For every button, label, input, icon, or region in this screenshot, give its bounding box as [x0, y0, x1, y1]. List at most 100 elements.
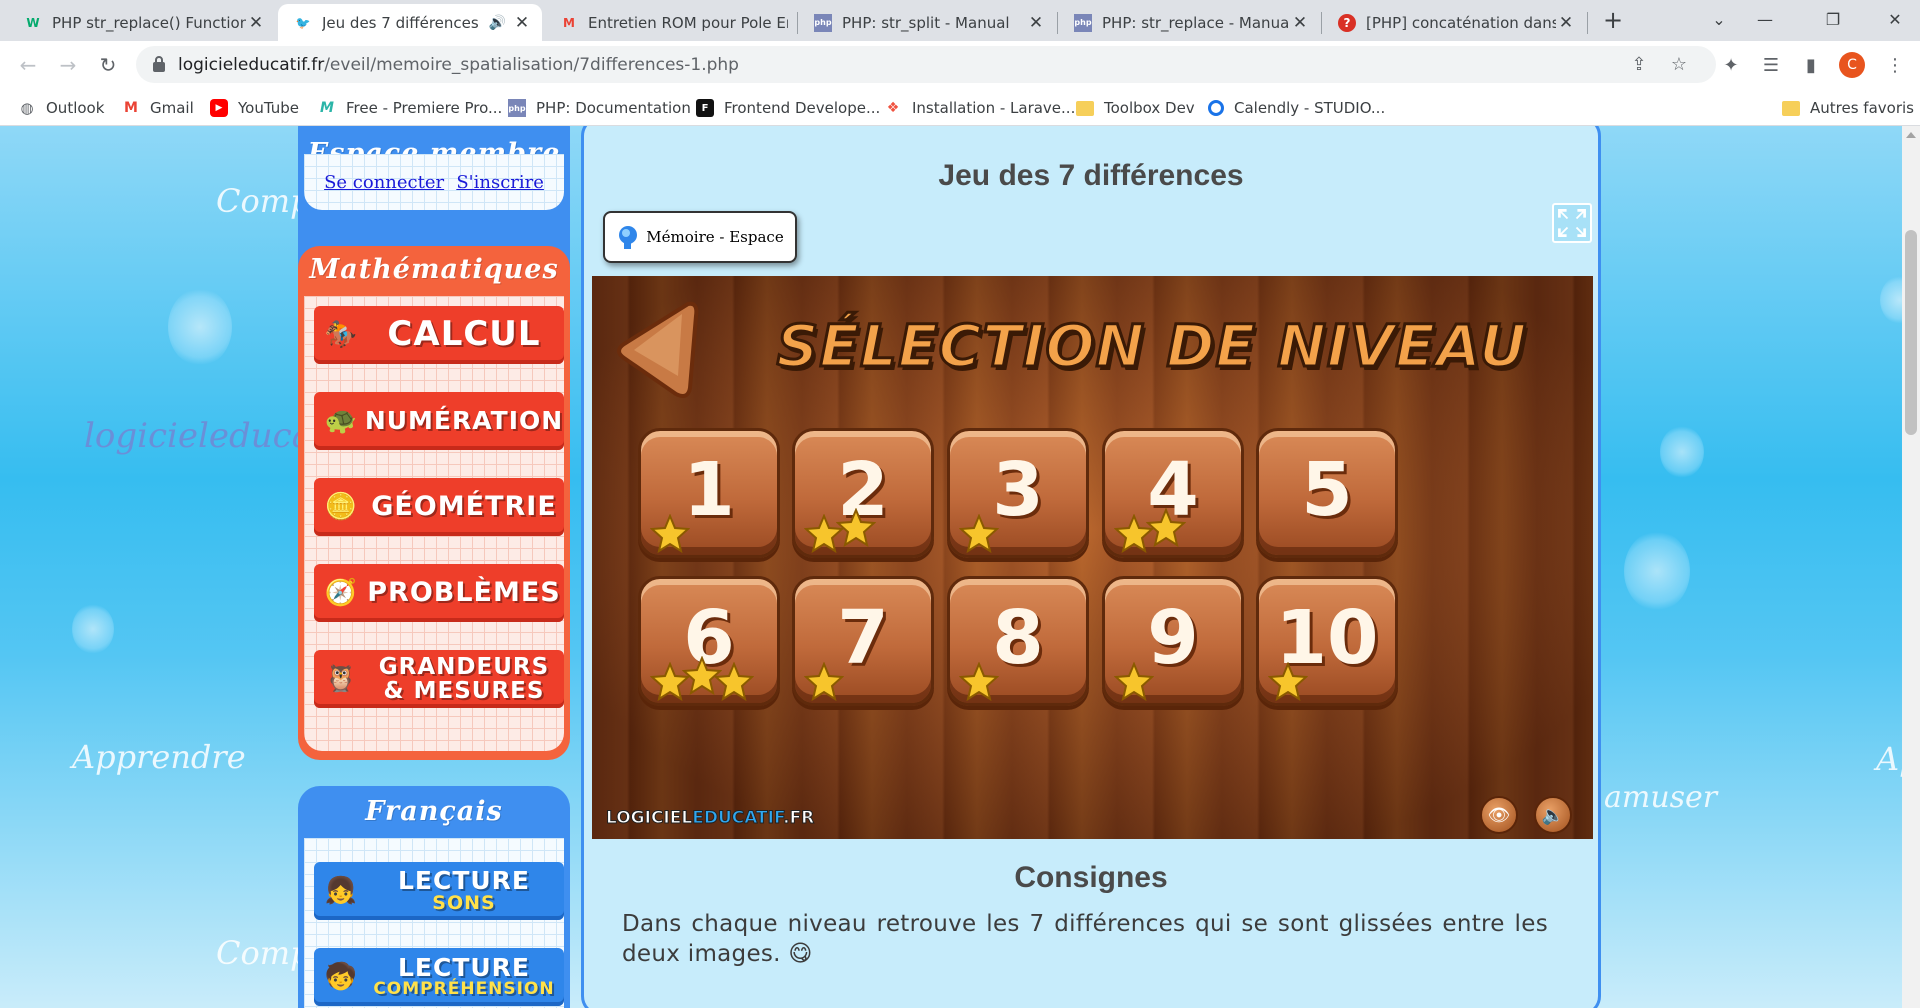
- bookmark-premiere[interactable]: M Free - Premiere Pro...: [318, 97, 502, 119]
- menu-label: CALCUL: [387, 314, 541, 355]
- close-icon[interactable]: ✕: [1026, 13, 1046, 33]
- scrollbar-thumb[interactable]: [1905, 230, 1917, 435]
- bookmarks-bar: ◍ Outlook M Gmail ▶ YouTube M Free - Premier…: [0, 89, 1920, 126]
- close-icon[interactable]: ✕: [512, 13, 532, 33]
- background-word: Apprendre: [72, 738, 246, 776]
- menu-problemes[interactable]: 🧭 PROBLÈMES: [314, 564, 564, 622]
- menu-label: LECTURE SONS: [397, 865, 531, 915]
- menu-label: GÉOMÉTRIE: [371, 490, 557, 522]
- category-button[interactable]: Mémoire - Espace: [603, 211, 797, 263]
- tab-5[interactable]: ? [PHP] concaténation dans u ✕: [1322, 4, 1586, 41]
- tab-2[interactable]: M Entretien ROM pour Pole Er: [544, 4, 798, 41]
- background-word: amuser: [1604, 780, 1718, 815]
- php-icon: php: [508, 99, 526, 117]
- star-icon: [649, 513, 691, 554]
- tab-3[interactable]: php PHP: str_split - Manual ✕: [798, 4, 1056, 41]
- bookmark-youtube[interactable]: ▶ YouTube: [210, 97, 299, 119]
- forward-icon[interactable]: →: [52, 49, 84, 81]
- level-button-5[interactable]: 5: [1256, 428, 1398, 558]
- php-icon: php: [814, 13, 832, 32]
- star-icon: [958, 661, 1000, 702]
- side-panel-icon[interactable]: ▮: [1798, 53, 1824, 79]
- star-icon: [1145, 507, 1187, 548]
- profile-avatar[interactable]: C: [1839, 52, 1865, 78]
- lock-icon[interactable]: [152, 55, 166, 73]
- folder-icon: [1076, 99, 1094, 117]
- minimize-button[interactable]: —: [1742, 0, 1788, 41]
- bookmark-outlook[interactable]: ◍ Outlook: [18, 97, 104, 119]
- background-word: Comp: [216, 182, 311, 220]
- menu-numeration[interactable]: 🐢 NUMÉRATION: [314, 392, 564, 450]
- star-icon: [1267, 661, 1309, 702]
- game-canvas[interactable]: SÉLECTION DE NIVEAU 1 2 3 4 5 6 7 8 9 10 LOGICIEL…: [592, 276, 1593, 839]
- browser-toolbar: ← → ↻ logicieleducatif.fr/eveil/memoire_…: [0, 41, 1920, 89]
- star-icon: [803, 661, 845, 702]
- tab-4[interactable]: php PHP: str_replace - Manual ✕: [1058, 4, 1320, 41]
- tab-1[interactable]: 🐦 Jeu des 7 différences 1 🔊 ✕: [278, 4, 542, 41]
- close-window-button[interactable]: ✕: [1872, 0, 1918, 41]
- explorer-icon: 🧭: [324, 578, 358, 608]
- bookmark-php-doc[interactable]: php PHP: Documentation: [508, 97, 691, 119]
- register-link[interactable]: S'inscrire: [456, 172, 544, 193]
- coin-robot-icon: 🪙: [324, 492, 358, 522]
- fullscreen-icon[interactable]: [1552, 203, 1592, 243]
- new-tab-button[interactable]: +: [1598, 6, 1628, 36]
- gmail-icon: M: [563, 15, 575, 30]
- francais-title: Français: [365, 796, 503, 827]
- close-icon[interactable]: ✕: [1556, 13, 1576, 33]
- instructions-text: Dans chaque niveau retrouve les 7 différ…: [622, 911, 1548, 967]
- media-controls-icon[interactable]: ☰: [1758, 53, 1784, 79]
- reload-icon[interactable]: ↻: [92, 49, 124, 81]
- tab-title: PHP str_replace() Function: [52, 13, 246, 32]
- globe-icon: ◍: [20, 99, 34, 117]
- php-icon: php: [1074, 13, 1092, 32]
- tab-title: [PHP] concaténation dans u: [1366, 13, 1556, 32]
- star-icon: [958, 513, 1000, 554]
- other-bookmarks[interactable]: Autres favoris: [1782, 97, 1914, 119]
- background-word: Comp: [216, 934, 311, 972]
- game-logo: LOGICIELEDUCATIF.FR: [605, 808, 815, 829]
- bird-icon: 🐦: [295, 15, 311, 30]
- menu-lecture-comprehension[interactable]: 🧒 LECTURE COMPRÉHENSION: [314, 948, 564, 1006]
- login-link[interactable]: Se connecter: [324, 172, 444, 193]
- owl-icon: 🦉: [324, 664, 358, 694]
- menu-grandeurs-mesures[interactable]: 🦉 GRANDEURS & MESURES: [314, 650, 564, 708]
- vertical-scrollbar[interactable]: [1902, 126, 1920, 1008]
- extensions-icon[interactable]: ✦: [1718, 53, 1744, 79]
- bookmark-laravel[interactable]: ❖ Installation - Larave...: [884, 97, 1076, 119]
- tab-title: Jeu des 7 différences 1: [322, 13, 483, 32]
- bookmark-star-icon[interactable]: ☆: [1666, 52, 1692, 78]
- tab-search-icon[interactable]: ⌄: [1696, 0, 1742, 41]
- menu-lecture-sons[interactable]: 👧 LECTURE SONS: [314, 862, 564, 920]
- share-icon[interactable]: ⇪: [1626, 52, 1652, 78]
- close-icon[interactable]: ✕: [1290, 13, 1310, 33]
- menu-geometrie[interactable]: 🪙 GÉOMÉTRIE: [314, 478, 564, 536]
- restore-button[interactable]: ❐: [1810, 0, 1856, 41]
- close-icon[interactable]: ✕: [246, 13, 266, 33]
- background-bubble: [1660, 426, 1704, 478]
- menu-label: NUMÉRATION: [364, 405, 564, 435]
- sound-icon[interactable]: 🔈: [1534, 796, 1572, 834]
- url-text[interactable]: logicieleducatif.fr/eveil/memoire_spatia…: [178, 55, 739, 75]
- tab-title: Entretien ROM pour Pole Er: [588, 13, 788, 32]
- laravel-icon: ❖: [886, 100, 900, 116]
- member-links: Se connecter S'inscrire: [304, 154, 564, 210]
- page-title: Jeu des 7 différences: [938, 159, 1244, 192]
- math-panel: Mathématiques 🏇 CALCUL 🐢 NUMÉRATION 🪙 GÉ…: [298, 246, 570, 760]
- address-bar[interactable]: logicieleducatif.fr/eveil/memoire_spatia…: [136, 46, 1716, 83]
- bookmark-frontend[interactable]: F Frontend Develope...: [696, 97, 880, 119]
- back-arrow-icon[interactable]: [610, 296, 700, 406]
- instructions-title: Consignes: [1014, 861, 1168, 894]
- bookmark-gmail[interactable]: M Gmail: [122, 97, 194, 119]
- tab-0[interactable]: W PHP str_replace() Function ✕: [8, 4, 276, 41]
- m-icon: M: [320, 100, 334, 116]
- eye-icon[interactable]: 👁: [1480, 796, 1518, 834]
- menu-icon[interactable]: ⋮: [1882, 53, 1908, 79]
- back-icon[interactable]: ←: [12, 49, 44, 81]
- speaker-icon[interactable]: 🔊: [489, 15, 506, 31]
- bookmark-calendly[interactable]: Calendly - STUDIO...: [1208, 97, 1385, 119]
- bookmark-toolbox[interactable]: Toolbox Dev: [1076, 97, 1195, 119]
- star-icon: [835, 507, 877, 548]
- menu-calcul[interactable]: 🏇 CALCUL: [314, 306, 564, 364]
- w3schools-icon: W: [26, 15, 40, 30]
